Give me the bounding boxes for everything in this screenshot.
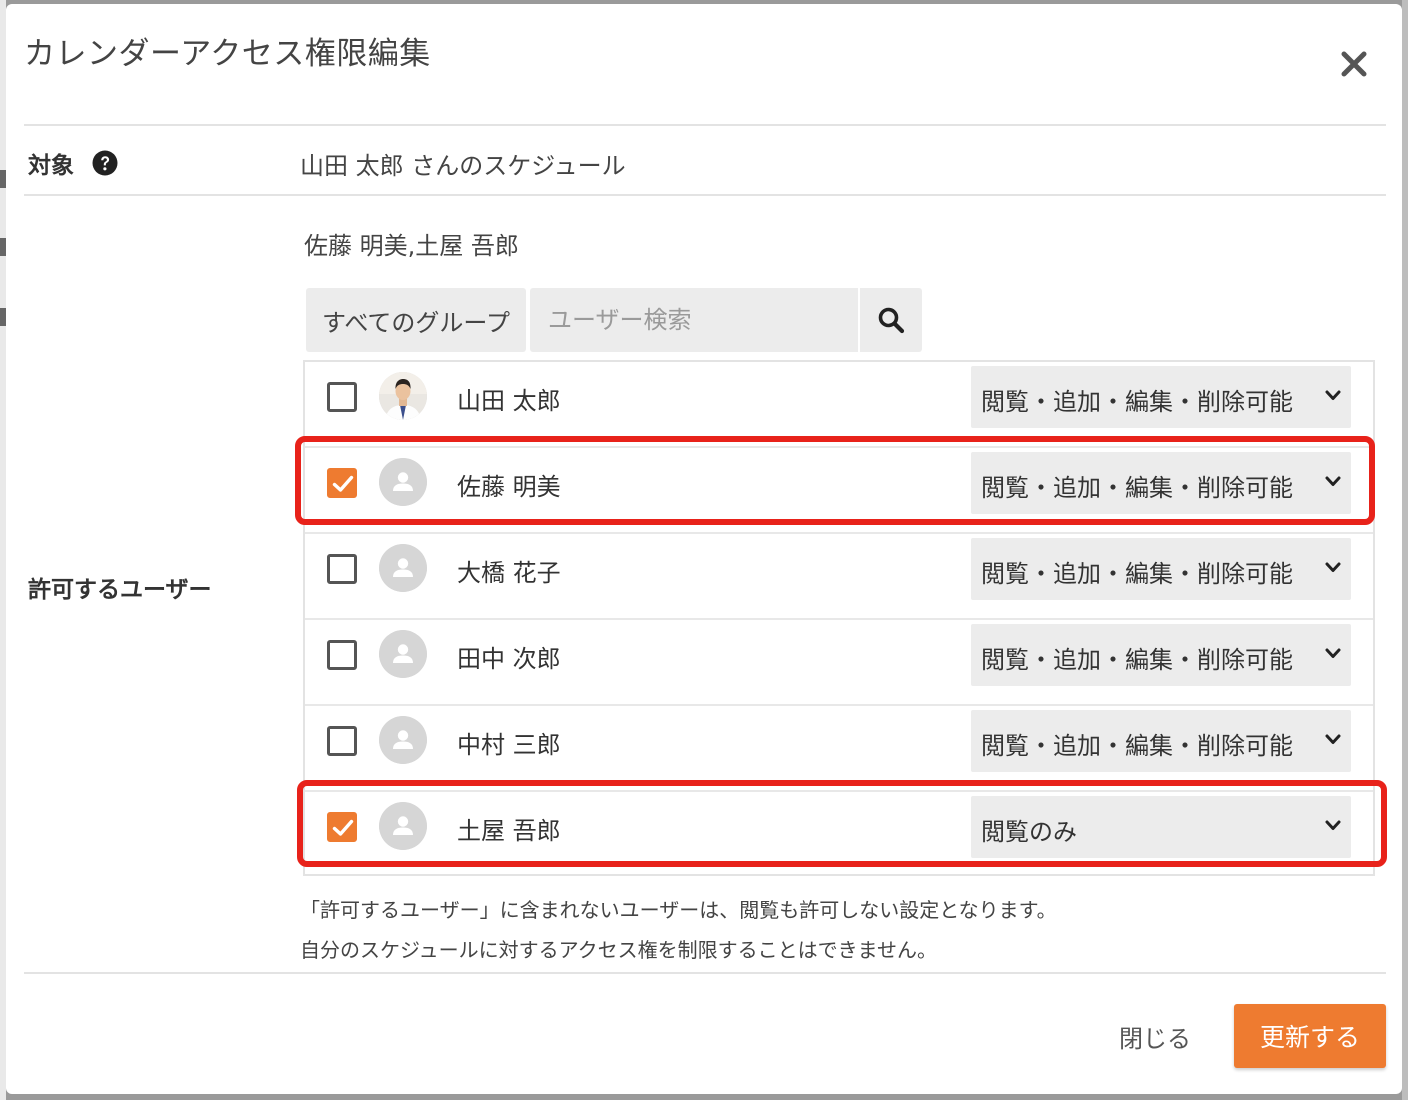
user-search-input[interactable] xyxy=(530,288,858,352)
target-label-text: 対象 xyxy=(28,153,74,179)
user-row: 山田 太郎 閲覧・追加・編集・削除可能 xyxy=(305,362,1373,448)
user-default-icon xyxy=(379,802,427,850)
access-edit-dialog: カレンダーアクセス権限編集 対象 山田 太郎 さんのスケジュール 許可するユーザ… xyxy=(6,4,1402,1094)
user-default-icon xyxy=(379,716,427,764)
chevron-down-icon xyxy=(1325,390,1341,400)
close-icon[interactable] xyxy=(1330,40,1378,88)
user-list: 山田 太郎 閲覧・追加・編集・削除可能 佐藤 明美 閲覧・追加・編集・削除可能 … xyxy=(303,360,1375,876)
background-scrollbar xyxy=(1402,0,1408,1100)
user-checkbox[interactable] xyxy=(327,812,357,842)
user-checkbox[interactable] xyxy=(327,726,357,756)
permission-select[interactable]: 閲覧・追加・編集・削除可能 xyxy=(971,710,1351,772)
user-name: 田中 次郎 xyxy=(457,645,561,673)
avatar xyxy=(379,630,427,678)
user-name: 大橋 花子 xyxy=(457,559,561,587)
user-row: 佐藤 明美 閲覧・追加・編集・削除可能 xyxy=(305,448,1373,534)
user-row: 中村 三郎 閲覧・追加・編集・削除可能 xyxy=(305,706,1373,792)
permission-value: 閲覧・追加・編集・削除可能 xyxy=(981,646,1293,674)
permission-value: 閲覧・追加・編集・削除可能 xyxy=(981,388,1293,416)
allowed-users-label: 許可するユーザー xyxy=(28,577,212,603)
target-label: 対象 xyxy=(28,146,118,180)
permission-select[interactable]: 閲覧・追加・編集・削除可能 xyxy=(971,624,1351,686)
permission-select[interactable]: 閲覧・追加・編集・削除可能 xyxy=(971,538,1351,600)
user-default-icon xyxy=(379,630,427,678)
help-icon[interactable] xyxy=(92,150,118,176)
chevron-down-icon xyxy=(1325,648,1341,658)
permission-select[interactable]: 閲覧・追加・編集・削除可能 xyxy=(971,366,1351,428)
search-button[interactable] xyxy=(860,288,922,352)
chevron-down-icon xyxy=(1325,820,1341,830)
permission-value: 閲覧・追加・編集・削除可能 xyxy=(981,732,1293,760)
user-default-icon xyxy=(379,458,427,506)
user-default-icon xyxy=(379,544,427,592)
user-row: 田中 次郎 閲覧・追加・編集・削除可能 xyxy=(305,620,1373,706)
divider xyxy=(24,194,1386,196)
user-checkbox[interactable] xyxy=(327,382,357,412)
search-icon xyxy=(878,307,905,334)
selected-users-summary: 佐藤 明美,土屋 吾郎 xyxy=(304,232,519,260)
permission-select[interactable]: 閲覧のみ xyxy=(971,796,1351,858)
avatar xyxy=(379,802,427,850)
permission-value: 閲覧・追加・編集・削除可能 xyxy=(981,474,1293,502)
avatar xyxy=(379,716,427,764)
user-name: 佐藤 明美 xyxy=(457,473,561,501)
avatar xyxy=(379,544,427,592)
note-text: 「許可するユーザー」に含まれないユーザーは、閲覧も許可しない設定となります。 xyxy=(300,898,1057,922)
checkmark-icon xyxy=(332,819,354,836)
avatar xyxy=(379,372,427,420)
user-checkbox[interactable] xyxy=(327,640,357,670)
user-name: 山田 太郎 xyxy=(457,387,561,415)
chevron-down-icon xyxy=(1325,734,1341,744)
permission-value: 閲覧のみ xyxy=(981,818,1077,846)
chevron-down-icon xyxy=(1325,562,1341,572)
user-name: 中村 三郎 xyxy=(457,731,561,759)
target-value: 山田 太郎 さんのスケジュール xyxy=(300,152,626,180)
permission-value: 閲覧・追加・編集・削除可能 xyxy=(981,560,1293,588)
close-button[interactable]: 閉じる xyxy=(1100,1004,1210,1068)
checkmark-icon xyxy=(332,475,354,492)
user-checkbox[interactable] xyxy=(327,468,357,498)
user-checkbox[interactable] xyxy=(327,554,357,584)
user-name: 土屋 吾郎 xyxy=(457,817,561,845)
chevron-down-icon xyxy=(1325,476,1341,486)
update-button[interactable]: 更新する xyxy=(1234,1004,1386,1068)
note-text: 自分のスケジュールに対するアクセス権を制限することはできません。 xyxy=(300,938,937,962)
group-select[interactable]: すべてのグループ xyxy=(306,288,526,352)
permission-select[interactable]: 閲覧・追加・編集・削除可能 xyxy=(971,452,1351,514)
user-row: 土屋 吾郎 閲覧のみ xyxy=(305,792,1373,874)
avatar xyxy=(379,458,427,506)
dialog-title: カレンダーアクセス権限編集 xyxy=(24,36,431,72)
user-row: 大橋 花子 閲覧・追加・編集・削除可能 xyxy=(305,534,1373,620)
divider xyxy=(24,972,1386,974)
divider xyxy=(24,124,1386,126)
